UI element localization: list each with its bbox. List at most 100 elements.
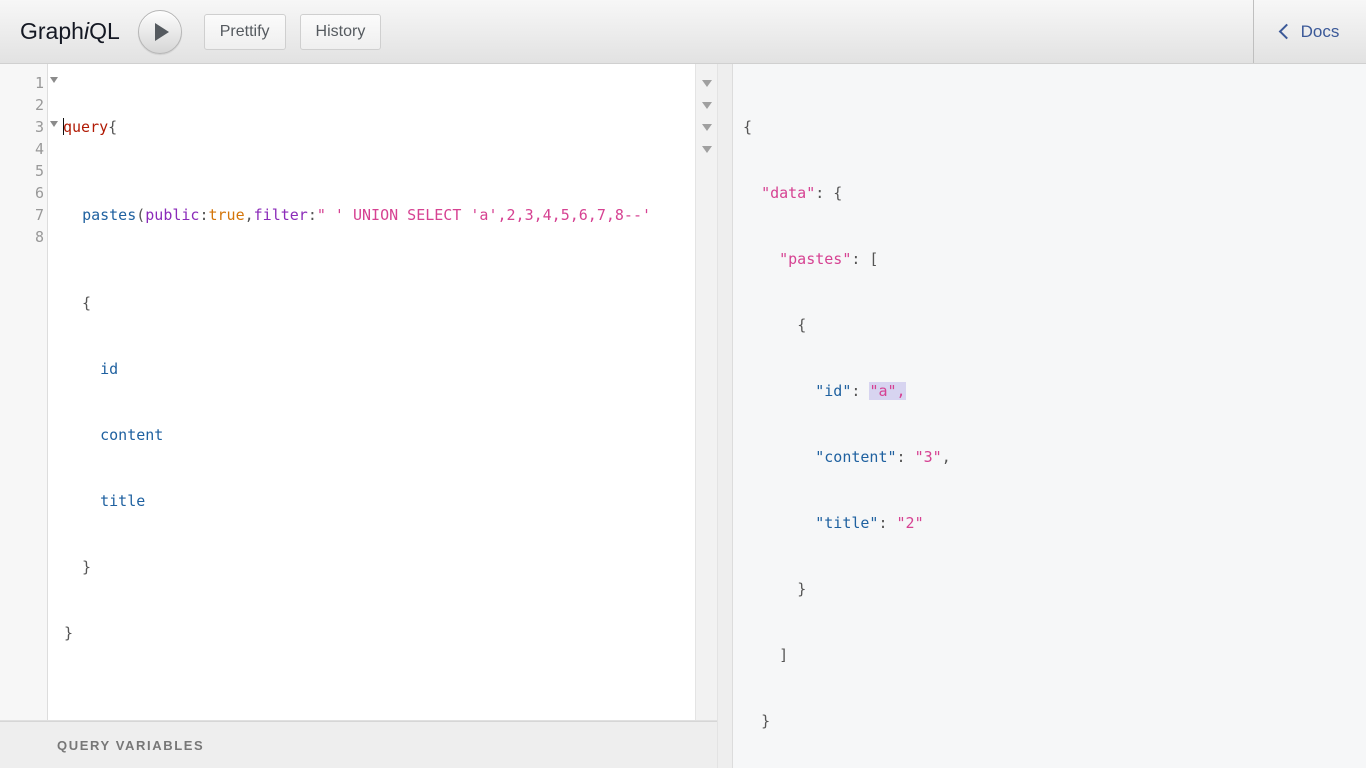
- query-editor[interactable]: 1 2 3 4 5 6 7 8 query{ pastes(public:tru…: [0, 64, 717, 721]
- result-punc: : {: [815, 184, 842, 202]
- result-line-1: {: [743, 116, 1366, 138]
- token-colon: :: [308, 206, 317, 224]
- result-value-content: "3": [915, 448, 942, 466]
- fold-marker: [696, 72, 717, 94]
- codemirror-wrapper: 1 2 3 4 5 6 7 8 query{ pastes(public:tru…: [0, 64, 717, 720]
- main-area: 1 2 3 4 5 6 7 8 query{ pastes(public:tru…: [0, 64, 1366, 768]
- prettify-button-label: Prettify: [220, 23, 270, 41]
- token-arg-filter: filter: [254, 206, 308, 224]
- token-brace-close: }: [64, 558, 91, 576]
- pane-resize-handle[interactable]: [717, 64, 733, 768]
- app-logo: GraphiQL: [20, 18, 120, 45]
- logo-prefix: Graph: [20, 18, 84, 44]
- result-line-10: }: [743, 710, 1366, 732]
- chevron-down-icon[interactable]: [702, 102, 712, 109]
- result-key-title: "title": [815, 514, 878, 532]
- token-brace-open: {: [108, 118, 117, 136]
- result-punc: :: [851, 382, 869, 400]
- token-brace-open: {: [64, 294, 91, 312]
- token-field-title: title: [64, 492, 145, 510]
- fold-marker: [696, 94, 717, 116]
- line-number-text: 2: [35, 96, 44, 114]
- result-brace-open: {: [797, 316, 806, 334]
- query-variables-bar[interactable]: QUERY VARIABLES: [0, 721, 717, 768]
- token-boolean-true: true: [209, 206, 245, 224]
- code-line-5: content: [64, 424, 717, 446]
- result-key-content: "content": [815, 448, 896, 466]
- token-string-filter-value: " ' UNION SELECT 'a',2,3,4,5,6,7,8--': [317, 206, 651, 224]
- result-line-3: "pastes": [: [743, 248, 1366, 270]
- line-number-text: 7: [35, 206, 44, 224]
- line-number: 1: [0, 72, 47, 94]
- code-line-8: }: [64, 622, 717, 644]
- token-indent: [64, 206, 82, 224]
- line-number-gutter: 1 2 3 4 5 6 7 8: [0, 64, 48, 720]
- line-number: 7: [0, 204, 47, 226]
- chevron-left-icon: [1278, 24, 1294, 40]
- token-comma: ,: [245, 206, 254, 224]
- result-value-id-selected[interactable]: "a",: [869, 382, 905, 400]
- fold-marker: [696, 138, 717, 160]
- execute-query-button[interactable]: [138, 10, 182, 54]
- result-line-9: ]: [743, 644, 1366, 666]
- query-variables-title: QUERY VARIABLES: [57, 738, 204, 753]
- history-button[interactable]: History: [300, 14, 382, 50]
- graphiql-app: GraphiQL Prettify History Docs 1 2: [0, 0, 1366, 768]
- result-punc: ,: [942, 448, 951, 466]
- result-value-title: "2": [897, 514, 924, 532]
- logo-suffix: QL: [89, 18, 120, 44]
- line-number-text: 6: [35, 184, 44, 202]
- line-number-text: 5: [35, 162, 44, 180]
- result-pane: { "data": { "pastes": [ { "id": "a", "co…: [733, 64, 1366, 768]
- query-pane: 1 2 3 4 5 6 7 8 query{ pastes(public:tru…: [0, 64, 717, 768]
- fold-marker: [696, 116, 717, 138]
- code-line-6: title: [64, 490, 717, 512]
- prettify-button[interactable]: Prettify: [204, 14, 286, 50]
- result-viewer[interactable]: { "data": { "pastes": [ { "id": "a", "co…: [733, 64, 1366, 768]
- line-number: 8: [0, 226, 47, 248]
- query-code-content[interactable]: query{ pastes(public:true,filter:" ' UNI…: [48, 64, 717, 720]
- token-field-pastes: pastes: [82, 206, 136, 224]
- code-line-7: }: [64, 556, 717, 578]
- token-field-content: content: [64, 426, 163, 444]
- token-arg-public: public: [145, 206, 199, 224]
- token-brace-close: }: [64, 624, 73, 642]
- line-number-text: 8: [35, 228, 44, 246]
- result-key-pastes: "pastes": [779, 250, 851, 268]
- result-line-7: "title": "2": [743, 512, 1366, 534]
- chevron-down-icon[interactable]: [702, 80, 712, 87]
- toolbar: GraphiQL Prettify History Docs: [0, 0, 1366, 64]
- line-number-text: 4: [35, 140, 44, 158]
- result-line-5: "id": "a",: [743, 380, 1366, 402]
- result-punc: : [: [851, 250, 878, 268]
- line-number: 2: [0, 94, 47, 116]
- code-line-3: {: [64, 292, 717, 314]
- docs-button-label: Docs: [1301, 22, 1340, 42]
- code-line-1: query{: [64, 116, 717, 138]
- history-button-label: History: [316, 23, 366, 41]
- result-line-6: "content": "3",: [743, 446, 1366, 468]
- line-number: 3: [0, 116, 47, 138]
- play-icon: [155, 23, 169, 41]
- result-key-data: "data": [761, 184, 815, 202]
- result-bracket-close: ]: [779, 646, 788, 664]
- token-colon: :: [199, 206, 208, 224]
- result-brace-close: }: [797, 580, 806, 598]
- result-line-4: {: [743, 314, 1366, 336]
- token-paren-open: (: [136, 206, 145, 224]
- result-key-id: "id": [815, 382, 851, 400]
- result-line-2: "data": {: [743, 182, 1366, 204]
- chevron-down-icon[interactable]: [702, 124, 712, 131]
- result-brace-close: }: [761, 712, 770, 730]
- result-punc: :: [897, 448, 915, 466]
- line-number: 4: [0, 138, 47, 160]
- docs-toggle-button[interactable]: Docs: [1253, 0, 1366, 63]
- result-brace-open: {: [743, 118, 752, 136]
- chevron-down-icon[interactable]: [702, 146, 712, 153]
- line-number: 5: [0, 160, 47, 182]
- code-line-2: pastes(public:true,filter:" ' UNION SELE…: [64, 204, 717, 226]
- result-line-8: }: [743, 578, 1366, 600]
- code-line-4: id: [64, 358, 717, 380]
- line-number-text: 1: [35, 74, 44, 92]
- line-number: 6: [0, 182, 47, 204]
